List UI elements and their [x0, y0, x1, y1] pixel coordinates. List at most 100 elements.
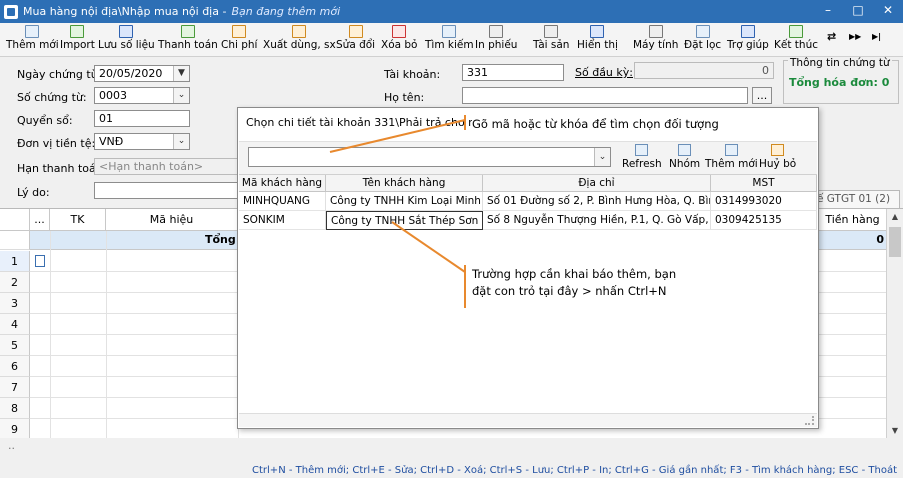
opening-balance-field: 0	[634, 62, 774, 79]
display-button-label: Hiển thị	[577, 39, 618, 51]
next-record-icon[interactable]: ▶▶	[849, 32, 861, 41]
col-header-address[interactable]: Địa chỉ	[483, 175, 711, 192]
name-lookup-button[interactable]: ...	[752, 87, 772, 104]
filter-button[interactable]: Đặt lọc	[684, 25, 721, 55]
col-header-mst[interactable]: MST	[711, 175, 817, 192]
minimize-button[interactable]: –	[813, 0, 843, 23]
swap-icon[interactable]: ⇄	[827, 30, 836, 43]
col-header-name[interactable]: Tên khách hàng	[326, 175, 483, 192]
close-button[interactable]: ✕	[873, 0, 903, 23]
refresh-icon	[635, 144, 649, 156]
date-field[interactable]: 20/05/2020 ▼	[94, 65, 190, 82]
expense-button[interactable]: Chi phí	[221, 25, 257, 55]
row1-address[interactable]: Số 01 Đường số 2, P. Bình Hưng Hòa, Q. B…	[483, 192, 711, 211]
filter-button-label: Đặt lọc	[684, 39, 722, 51]
window-status: Bạn đang thêm mới	[231, 5, 341, 18]
voucher-no-label: Số chứng từ:	[17, 91, 87, 104]
print-button-label: In phiếu	[475, 39, 518, 51]
scroll-up-icon[interactable]: ▲	[887, 209, 903, 225]
print-button[interactable]: In phiếu	[475, 25, 517, 55]
search-button[interactable]: Tìm kiếm	[425, 25, 474, 55]
row-edit-icon[interactable]	[35, 255, 45, 267]
book-label: Quyển sổ:	[17, 114, 73, 127]
save-button[interactable]: Lưu số liệu	[98, 25, 155, 55]
scroll-down-icon[interactable]: ▼	[887, 423, 903, 439]
grid-header-tien-hang[interactable]: Tiền hàng	[818, 209, 888, 231]
row2-name[interactable]: Công ty TNHH Sắt Thép Sơn Kim	[326, 211, 483, 230]
popup-new-button[interactable]: Thêm mới	[705, 142, 758, 174]
export-use-button-label: Xuất dùng, sx	[263, 39, 336, 51]
opening-balance-link[interactable]: Số đầu kỳ:	[575, 66, 633, 79]
due-date-field[interactable]: <Hạn thanh toán>	[94, 158, 240, 175]
opening-balance-value: 0	[762, 64, 769, 77]
cancel-icon	[771, 144, 785, 156]
calculator-button[interactable]: Máy tính	[633, 25, 678, 55]
export-use-icon	[292, 25, 307, 38]
payment-button[interactable]: Thanh toán	[158, 25, 218, 55]
grid-header-tk[interactable]: TK	[50, 209, 106, 231]
grid-row-number[interactable]: 4	[0, 314, 30, 335]
export-use-button[interactable]: Xuất dùng, sx	[263, 25, 336, 55]
grid-row-number[interactable]: 2	[0, 272, 30, 293]
popup-new-button-label: Thêm mới	[705, 158, 758, 170]
currency-label: Đơn vị tiền tệ:	[17, 137, 96, 150]
tab-gtgt-label: ế GTGT 01 (2)	[817, 193, 891, 205]
grid-row-number[interactable]: 3	[0, 293, 30, 314]
asset-button[interactable]: Tài sản	[533, 25, 569, 55]
chevron-down-icon[interactable]: ⌄	[594, 148, 610, 166]
chevron-down-icon[interactable]: ⌄	[173, 134, 189, 149]
popup-cancel-button[interactable]: Huỷ bỏ	[759, 142, 796, 174]
grid-scrollbar[interactable]: ▲ ▼	[886, 209, 903, 439]
tab-gtgt[interactable]: ế GTGT 01 (2)	[812, 190, 900, 208]
status-footer: .. Ctrl+N - Thêm mới; Ctrl+E - Sửa; Ctrl…	[0, 438, 903, 478]
col-header-code[interactable]: Mã khách hàng	[239, 175, 326, 192]
footer-dots: ..	[8, 439, 15, 452]
edit-button[interactable]: Sửa đổi	[336, 25, 375, 55]
exit-button-label: Kết thúc	[774, 39, 818, 51]
row1-mst[interactable]: 0314993020	[711, 192, 817, 211]
row2-mst[interactable]: 0309425135	[711, 211, 817, 230]
window-controls: – □ ✕	[813, 0, 903, 23]
row2-address[interactable]: Số 8 Nguyễn Thượng Hiền, P.1, Q. Gò Vấp,…	[483, 211, 711, 230]
add-hint-annotation-line1: Trường hợp cần khai báo thêm, bạn	[472, 267, 677, 281]
grid-row-number[interactable]: 8	[0, 398, 30, 419]
import-button[interactable]: Import	[60, 25, 95, 55]
delete-button[interactable]: Xóa bỏ	[381, 25, 417, 55]
help-icon	[740, 25, 755, 38]
grid-row-number[interactable]: 6	[0, 356, 30, 377]
grid-header-ma-hieu[interactable]: Mã hiệu	[106, 209, 238, 231]
popup-search-input[interactable]: ⌄	[248, 147, 611, 167]
currency-select[interactable]: VNĐ ⌄	[94, 133, 190, 150]
grid-row-number[interactable]: 5	[0, 335, 30, 356]
row2-code[interactable]: SONKIM	[239, 211, 326, 230]
new-button[interactable]: Thêm mới	[6, 25, 59, 55]
resize-grip-icon[interactable]	[805, 416, 814, 425]
row1-name[interactable]: Công ty TNHH Kim Loại Minh Quang	[326, 192, 483, 211]
account-field[interactable]: 331	[462, 64, 564, 81]
voucher-no-field[interactable]: 0003 ⌄	[94, 87, 190, 104]
due-date-label: Hạn thanh toán:	[17, 162, 107, 175]
grid-header-more[interactable]: ...	[30, 209, 50, 231]
grid-row-number[interactable]: 1	[0, 251, 30, 272]
exit-button[interactable]: Kết thúc	[774, 25, 818, 55]
reason-field[interactable]	[94, 182, 240, 199]
new-document-icon	[724, 144, 738, 156]
shortcut-hints: Ctrl+N - Thêm mới; Ctrl+E - Sửa; Ctrl+D …	[252, 465, 897, 476]
grid-row-number[interactable]: 9	[0, 419, 30, 439]
help-button[interactable]: Trợ giúp	[727, 25, 769, 55]
chevron-down-icon[interactable]: ▼	[173, 66, 189, 81]
account-label: Tài khoản:	[384, 68, 441, 81]
maximize-button[interactable]: □	[843, 0, 873, 23]
refresh-button[interactable]: Refresh	[622, 142, 662, 174]
group-button[interactable]: Nhóm	[669, 142, 700, 174]
search-icon	[442, 25, 457, 38]
book-field[interactable]: 01	[94, 110, 190, 127]
grid-row-number[interactable]: 7	[0, 377, 30, 398]
group-icon	[678, 144, 692, 156]
scroll-thumb[interactable]	[889, 227, 901, 257]
chevron-down-icon[interactable]: ⌄	[173, 88, 189, 103]
row1-code[interactable]: MINHQUANG	[239, 192, 326, 211]
name-field[interactable]	[462, 87, 748, 104]
last-record-icon[interactable]: ▶|	[872, 32, 881, 41]
display-button[interactable]: Hiển thị	[577, 25, 618, 55]
